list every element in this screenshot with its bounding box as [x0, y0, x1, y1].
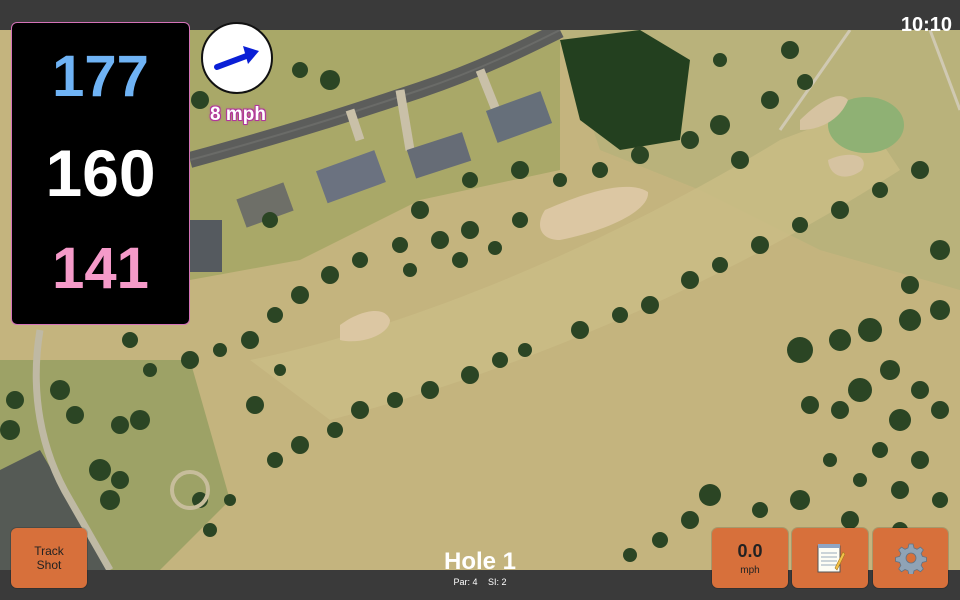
track-shot-button[interactable]: Track Shot — [11, 528, 87, 588]
speed-value: 0.0 — [737, 540, 763, 561]
track-shot-label-line2: Shot — [36, 558, 62, 572]
gear-icon — [894, 543, 927, 574]
wind-speed-label: 8 mph — [210, 104, 266, 125]
clock: 10:10 — [900, 14, 952, 36]
wind-arrow-icon — [214, 46, 259, 70]
hole-stroke-index: SI: 2 — [488, 577, 507, 587]
notepad-icon — [817, 544, 845, 573]
hole-info: Par: 4 SI: 2 — [380, 577, 580, 587]
middle-of-green-distance: 160 — [45, 136, 156, 210]
notes-button[interactable] — [792, 528, 868, 588]
wind-indicator[interactable] — [201, 22, 273, 94]
hole-par: Par: 4 — [453, 577, 478, 587]
back-of-green-distance: 177 — [52, 44, 149, 109]
track-shot-label-line1: Track — [34, 544, 64, 558]
speed-unit: mph — [740, 564, 760, 576]
front-of-green-distance: 141 — [52, 236, 149, 301]
speed-button[interactable]: 0.0 mph — [712, 528, 788, 588]
settings-button[interactable] — [873, 528, 948, 588]
distance-panel[interactable]: 177 160 141 — [11, 22, 190, 325]
hole-title: Hole 1 — [443, 548, 517, 575]
